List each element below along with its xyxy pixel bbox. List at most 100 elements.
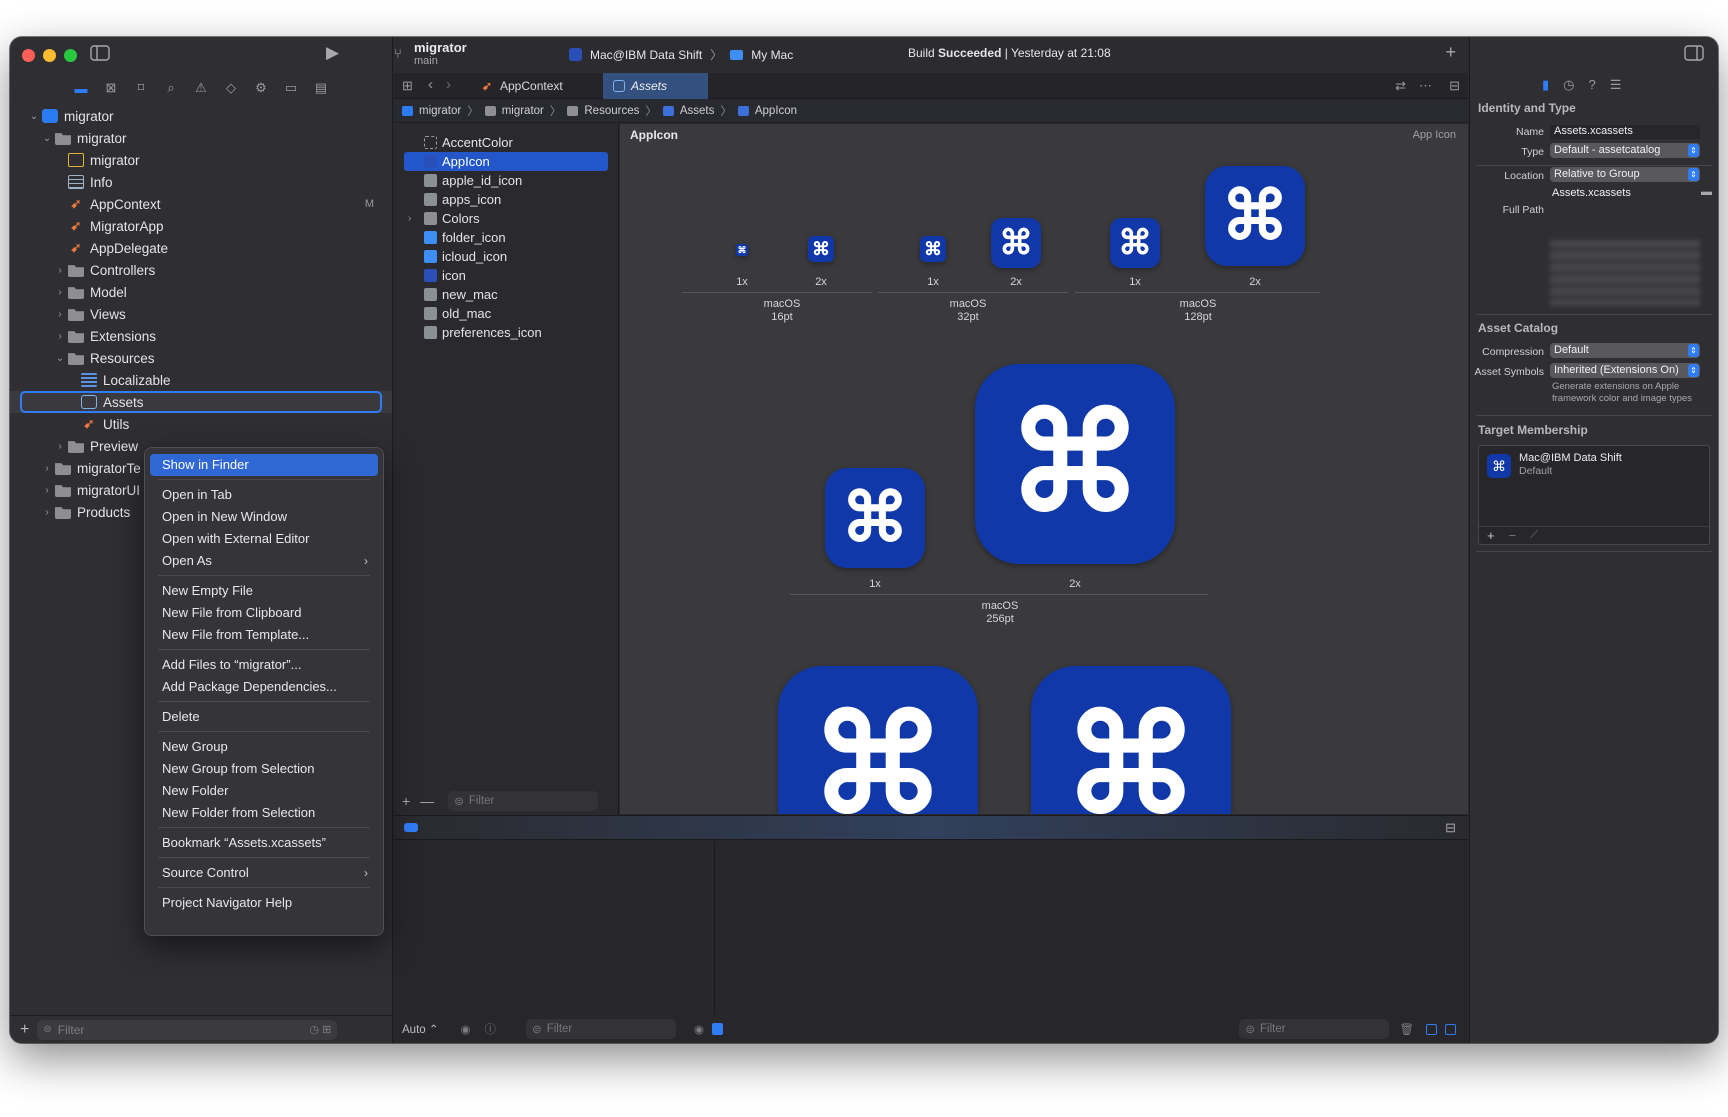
project-title[interactable]: migrator main (414, 40, 467, 67)
compression-popup[interactable]: Default ⇕ (1550, 343, 1700, 358)
app-icon-slot[interactable]: ⌘ (991, 218, 1041, 268)
app-icon-slot[interactable]: ⌘ (1205, 166, 1305, 266)
menu-item[interactable]: New Empty File (150, 580, 378, 602)
app-icon-slot[interactable]: ⌘ (975, 364, 1175, 564)
asset-item[interactable]: preferences_icon (394, 323, 618, 342)
trash-icon[interactable]: 🗑 (1399, 1022, 1414, 1036)
sidebar-item-extensions[interactable]: › Extensions (10, 325, 392, 347)
sidebar-item-migratorapp[interactable]: ➹ MigratorApp (10, 215, 392, 237)
source-control-icon[interactable]: ⊠ (102, 79, 120, 97)
menu-item[interactable]: New Folder from Selection (150, 802, 378, 824)
app-icon-slot[interactable]: ⌘ (808, 236, 834, 262)
add-icon[interactable]: + (1487, 528, 1495, 543)
menu-item[interactable]: Open with External Editor (150, 528, 378, 550)
add-tab-icon[interactable]: + (1445, 42, 1456, 63)
type-popup[interactable]: Default - assetcatalog ⇕ (1550, 143, 1700, 158)
sidebar-item-utils[interactable]: ➹ Utils (10, 413, 392, 435)
chevron-down-icon[interactable]: ⌄ (41, 133, 53, 144)
folder-icon[interactable]: ▬ (1701, 186, 1712, 198)
menu-item[interactable]: Show in Finder (150, 454, 378, 476)
chevron-right-icon[interactable]: › (41, 485, 53, 496)
eye-icon[interactable]: ◉ (461, 1022, 471, 1036)
file-icon[interactable]: ▮ (1542, 77, 1549, 93)
inspector-toggle-icon[interactable] (1684, 45, 1704, 64)
asset-item[interactable]: new_mac (394, 285, 618, 304)
chevron-right-icon[interactable]: › (54, 331, 66, 342)
tab-appcontext[interactable]: ➹ AppContext (472, 73, 579, 99)
menu-item[interactable]: New File from Template... (150, 624, 378, 646)
variables-filter-field[interactable]: ⊜ Filter (526, 1019, 677, 1039)
sidebar-item-localizable[interactable]: Localizable (10, 369, 392, 391)
minimize-window-button[interactable] (43, 49, 56, 62)
app-icon-slot[interactable]: ⌘ (1110, 218, 1160, 268)
chevron-right-icon[interactable]: › (54, 265, 66, 276)
menu-item[interactable]: New Group (150, 736, 378, 758)
sidebar-item-resources[interactable]: ⌄ Resources (10, 347, 392, 369)
split-editor-icon[interactable]: ⊟ (1449, 78, 1460, 94)
sidebar-item-migrator[interactable]: ⌄ migrator (10, 105, 392, 127)
menu-item[interactable]: New File from Clipboard (150, 602, 378, 624)
recent-icon[interactable]: ◷ ⊞ (309, 1023, 331, 1036)
history-icon[interactable]: ◷ (1563, 77, 1574, 93)
asset-item[interactable]: › Colors (394, 209, 618, 228)
menu-item[interactable]: Bookmark “Assets.xcassets” (150, 832, 378, 854)
app-icon-slot[interactable]: ⌘ (1031, 666, 1231, 814)
run-button[interactable]: ▶ (326, 44, 339, 62)
chevron-right-icon[interactable]: › (54, 309, 66, 320)
menu-item[interactable]: Open in Tab (150, 484, 378, 506)
scheme-selector[interactable]: Mac@IBM Data Shift 〉 My Mac (569, 46, 793, 63)
console-filter-field[interactable]: ⊜ Filter (1239, 1019, 1390, 1039)
sidebar-item-appcontext[interactable]: ➹ AppContext M (10, 193, 392, 215)
menu-item[interactable]: New Folder (150, 780, 378, 802)
asset-item[interactable]: apps_icon (394, 190, 618, 209)
breadcrumb-item[interactable]: migrator (419, 105, 461, 117)
chevron-right-icon[interactable]: › (41, 507, 53, 518)
forward-icon[interactable]: › (446, 76, 451, 93)
auto-selector[interactable]: Auto ⌃ (402, 1022, 439, 1036)
breadcrumb-item[interactable]: AppIcon (755, 105, 797, 117)
sidebar-item-assets[interactable]: Assets (10, 391, 392, 413)
asset-item[interactable]: AccentColor (394, 133, 618, 152)
sidebar-item-views[interactable]: › Views (10, 303, 392, 325)
app-icon-slot[interactable]: ⌘ (736, 244, 748, 256)
asset-item[interactable]: apple_id_icon (394, 171, 618, 190)
chevron-down-icon[interactable]: ⌄ (54, 353, 66, 364)
name-field[interactable]: Assets.xcassets (1550, 125, 1700, 139)
debug-toggle-icon[interactable] (404, 823, 418, 832)
sidebar-item-model[interactable]: › Model (10, 281, 392, 303)
warning-icon[interactable]: ⚠ (192, 79, 210, 97)
bookmark-icon[interactable]: ⌑ (132, 79, 150, 97)
app-icon-slot[interactable]: ⌘ (825, 468, 925, 568)
sidebar-item-migrator[interactable]: migrator (10, 149, 392, 171)
asset-item[interactable]: icon (394, 266, 618, 285)
attributes-icon[interactable]: ☰ (1610, 77, 1622, 93)
help-icon[interactable]: ? (1589, 77, 1596, 93)
sidebar-item-controllers[interactable]: › Controllers (10, 259, 392, 281)
zoom-window-button[interactable] (64, 49, 77, 62)
sidebar-item-migrator[interactable]: ⌄ migrator (10, 127, 392, 149)
sidebar-item-appdelegate[interactable]: ➹ AppDelegate (10, 237, 392, 259)
menu-item[interactable]: Open As › (150, 550, 378, 572)
chevron-right-icon[interactable]: › (54, 287, 66, 298)
breadcrumb-item[interactable]: migrator (502, 105, 544, 117)
tab-assets[interactable]: Assets (603, 73, 708, 99)
menu-item[interactable]: Delete (150, 706, 378, 728)
menu-item[interactable]: Add Package Dependencies... (150, 676, 378, 698)
left-pane-icon[interactable] (1426, 1023, 1437, 1035)
breadcrumb-item[interactable]: Assets (680, 105, 715, 117)
edit-icon[interactable]: ⟋ (1530, 529, 1538, 542)
remove-icon[interactable]: − (1509, 528, 1517, 543)
back-icon[interactable]: ‹ (428, 76, 433, 93)
info-icon[interactable]: ⓘ (485, 1021, 497, 1037)
console-icon[interactable] (712, 1023, 724, 1035)
asset-item[interactable]: icloud_icon (394, 247, 618, 266)
app-icon-slot[interactable]: ⌘ (920, 236, 946, 262)
test-icon[interactable]: ◇ (222, 79, 240, 97)
menu-item[interactable]: Open in New Window (150, 506, 378, 528)
navigator-filter-field[interactable]: ⊜ Filter ◷ ⊞ (37, 1019, 338, 1040)
debug-icon[interactable]: ⚙ (252, 79, 270, 97)
grid-icon[interactable]: ⊞ (402, 78, 413, 94)
breadcrumb-item[interactable]: Resources (584, 105, 639, 117)
remove-icon[interactable]: — (420, 793, 434, 809)
chevron-right-icon[interactable]: › (54, 441, 66, 452)
